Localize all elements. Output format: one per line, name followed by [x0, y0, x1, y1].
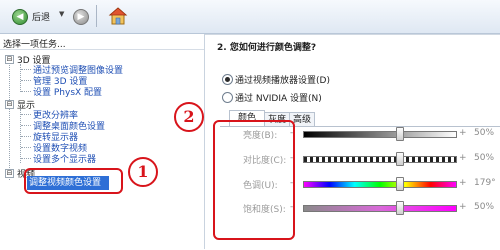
contrast-slider-thumb[interactable]	[396, 152, 404, 166]
hue-plus: +	[459, 178, 467, 188]
collapse-video-icon[interactable]: ⊟	[5, 169, 14, 178]
tree-line	[21, 125, 31, 126]
brightness-slider-thumb[interactable]	[396, 127, 404, 141]
annotation-box-2	[213, 120, 295, 240]
home-icon[interactable]	[108, 6, 128, 26]
tree-line	[21, 114, 31, 115]
tree-line	[21, 91, 31, 92]
radio-nvidia-settings[interactable]	[222, 92, 233, 103]
collapse-3d-settings-icon[interactable]: ⊟	[5, 55, 14, 64]
hue-track[interactable]	[303, 181, 457, 188]
tree-line	[21, 158, 31, 159]
tree-line	[21, 80, 31, 81]
tree-line	[21, 147, 31, 148]
back-arrow-icon[interactable]: ◀	[12, 9, 28, 25]
collapse-display-icon[interactable]: ⊟	[5, 100, 14, 109]
contrast-plus: +	[459, 153, 467, 163]
radio-video-player-settings[interactable]	[222, 74, 233, 85]
back-dropdown-icon[interactable]: ▼	[59, 10, 64, 18]
toolbar: ◀ 后退 ▼ ▶	[0, 0, 500, 34]
task-tree-pane: 选择一项任务... ⊟ 3D 设置 通过预览调整图像设置 管理 3D 设置 设置…	[0, 34, 205, 249]
hue-value: 179°	[474, 178, 496, 188]
saturation-value: 50%	[474, 202, 495, 212]
back-button-label[interactable]: 后退	[32, 10, 50, 23]
brightness-value: 50%	[474, 128, 495, 138]
saturation-plus: +	[459, 202, 467, 212]
hue-slider-thumb[interactable]	[396, 177, 404, 191]
annotation-marker-1: 1	[128, 157, 158, 187]
toolbar-separator	[96, 5, 97, 27]
section-title: 2. 您如何进行颜色调整?	[217, 43, 317, 53]
tree-line	[21, 136, 31, 137]
brightness-plus: +	[459, 128, 467, 138]
contrast-track[interactable]	[303, 156, 457, 163]
task-header-divider	[0, 49, 204, 50]
radio-label-nvidia[interactable]: 通过 NVIDIA 设置(N)	[235, 91, 322, 104]
tree-line	[9, 60, 10, 180]
radio-label-video-player[interactable]: 通过视频播放器设置(D)	[235, 73, 330, 86]
forward-arrow-icon[interactable]: ▶	[73, 9, 89, 25]
saturation-slider-thumb[interactable]	[396, 201, 404, 215]
annotation-marker-2: 2	[174, 102, 204, 132]
tree-line	[21, 69, 31, 70]
saturation-track[interactable]	[303, 205, 457, 212]
annotation-box-1	[24, 168, 123, 194]
pane-divider	[205, 34, 500, 35]
contrast-value: 50%	[474, 153, 495, 163]
brightness-track[interactable]	[303, 131, 457, 138]
tree-item-physx-config[interactable]: 设置 PhysX 配置	[33, 85, 102, 98]
tree-item-multiple-displays[interactable]: 设置多个显示器	[33, 152, 96, 165]
